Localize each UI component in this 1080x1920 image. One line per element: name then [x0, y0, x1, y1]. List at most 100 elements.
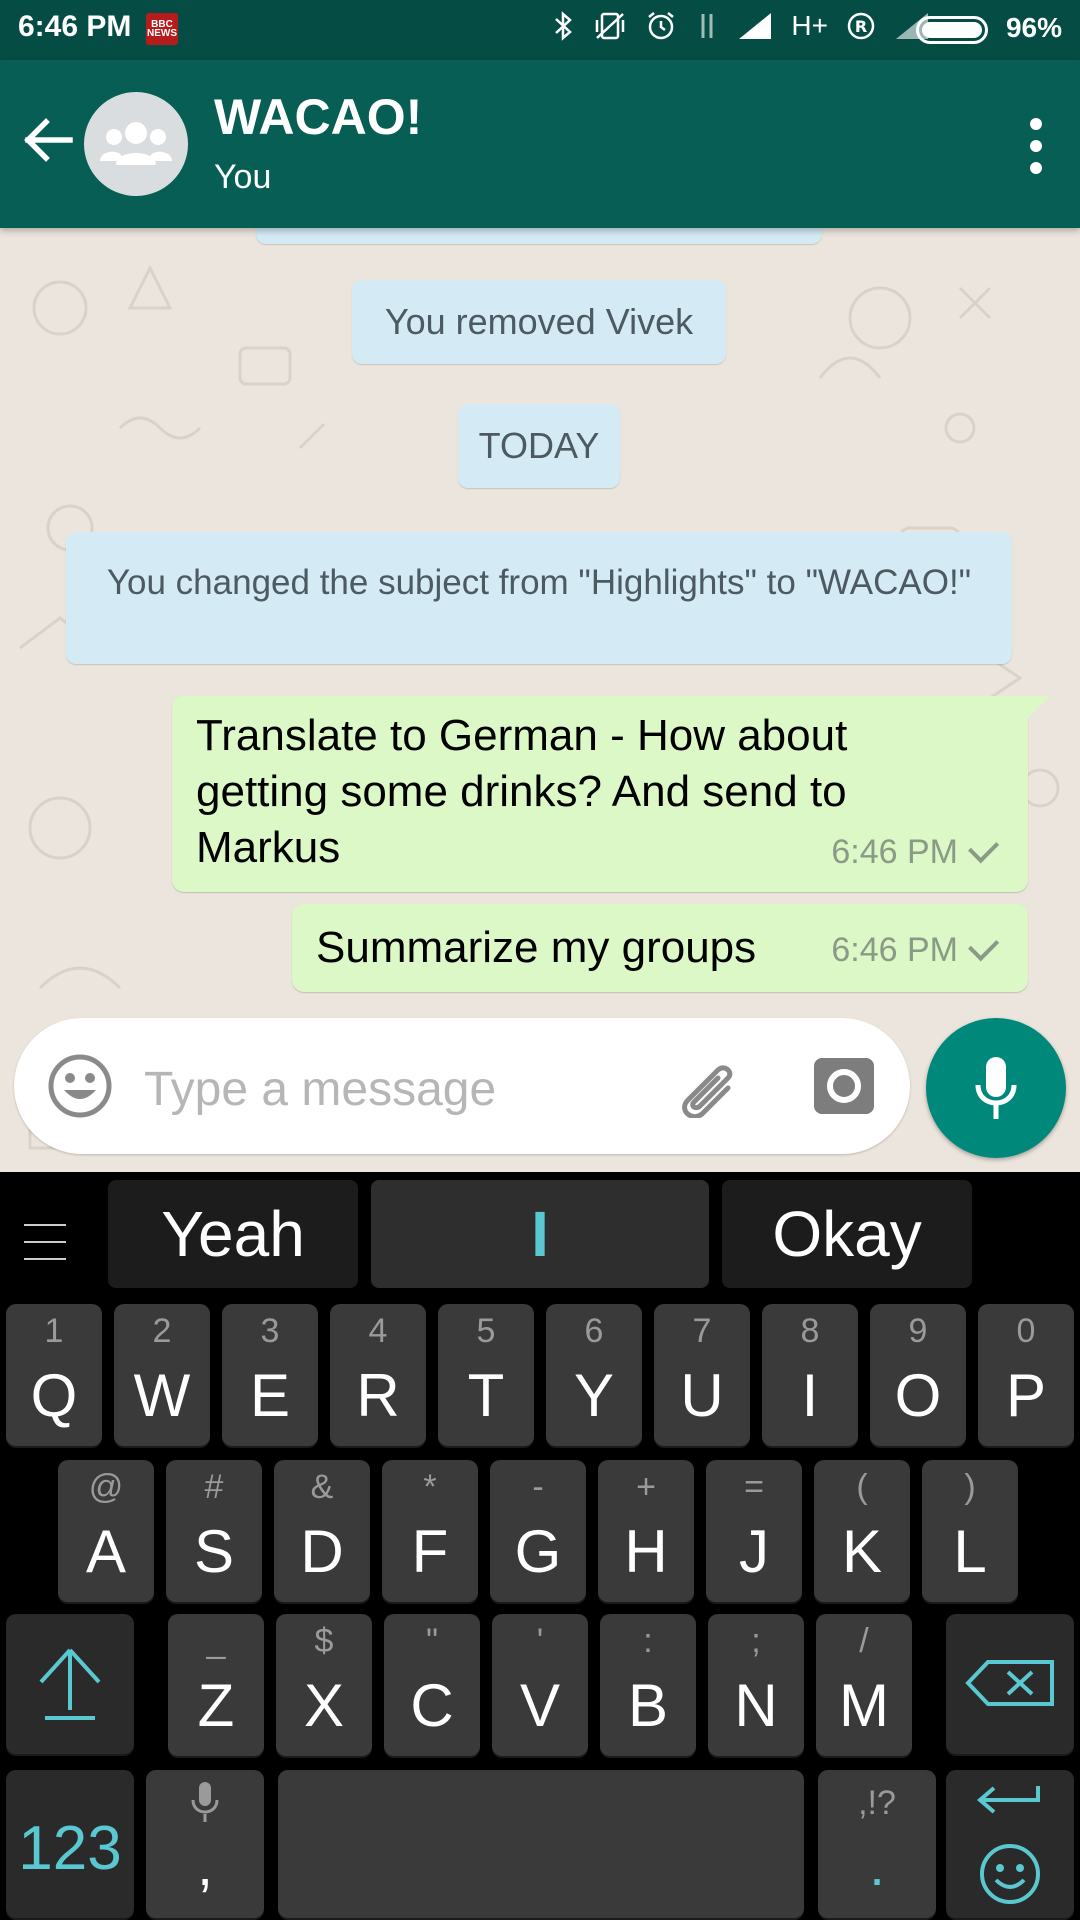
key-m[interactable]: / M [816, 1614, 912, 1756]
backspace-key[interactable] [946, 1614, 1074, 1754]
message-meta: 6:46 PM [831, 824, 1000, 880]
key-label: X [303, 1672, 345, 1739]
chat-header: WACAO! You [0, 60, 1080, 228]
back-arrow-icon[interactable] [20, 112, 76, 168]
outgoing-message[interactable]: Summarize my groups 6:46 PM [292, 904, 1028, 992]
key-p[interactable]: 0P [978, 1304, 1074, 1446]
status-icons: H+ R [553, 10, 930, 42]
spacebar[interactable] [278, 1770, 804, 1918]
key-label: C [410, 1672, 454, 1739]
key-label: W [133, 1362, 191, 1429]
key-secondary-label: * [423, 1468, 437, 1506]
bbc-news-icon: BBC NEWS [146, 13, 178, 45]
key-label: E [249, 1362, 291, 1429]
comma-key[interactable]: , [146, 1770, 264, 1918]
status-time: 6:46 PM [18, 10, 132, 43]
voice-input-icon [191, 1782, 219, 1822]
message-time: 6:46 PM [831, 931, 958, 969]
group-icon [100, 122, 172, 165]
key-secondary-label: " [425, 1622, 439, 1660]
key-secondary-label: 9 [908, 1312, 928, 1350]
key-g[interactable]: -G [490, 1460, 586, 1602]
camera-icon[interactable] [812, 1054, 876, 1118]
message-composer[interactable]: Type a message [14, 1018, 910, 1154]
key-i[interactable]: 8I [762, 1304, 858, 1446]
key-r[interactable]: 4R [330, 1304, 426, 1446]
message-input[interactable]: Type a message [144, 1062, 496, 1117]
key-secondary-label: _ [206, 1622, 226, 1660]
data-transfer-icon [701, 14, 713, 38]
roaming-icon: R [847, 12, 875, 40]
key-n[interactable]: ; N [708, 1614, 804, 1756]
key-t[interactable]: 5T [438, 1304, 534, 1446]
svg-text:R: R [855, 17, 867, 36]
chat-subtitle[interactable]: You [214, 158, 271, 197]
key-k[interactable]: (K [814, 1460, 910, 1602]
key-e[interactable]: 3E [222, 1304, 318, 1446]
key-d[interactable]: & D [274, 1460, 370, 1602]
system-message-removed: You removed Vivek [352, 280, 726, 364]
key-secondary-label: + [636, 1468, 656, 1506]
status-bar: 6:46 PM BBC NEWS H+ R 96% [0, 0, 1080, 60]
key-label: P [1005, 1362, 1047, 1429]
key-j[interactable]: = J [706, 1460, 802, 1602]
key-x[interactable]: $ X [276, 1614, 372, 1756]
key-l[interactable]: ) L [922, 1460, 1018, 1602]
network-type-label: H+ [791, 10, 828, 41]
emoji-icon[interactable] [46, 1052, 114, 1120]
message-time: 6:46 PM [831, 833, 958, 871]
bluetooth-icon [555, 11, 573, 41]
key-secondary-label: & [310, 1468, 334, 1506]
key-label: D [300, 1518, 344, 1585]
key-c[interactable]: " C [384, 1614, 480, 1756]
sent-check-icon [968, 832, 1000, 864]
key-label: O [894, 1362, 942, 1429]
key-z[interactable]: _ Z [168, 1614, 264, 1756]
key-label: B [627, 1672, 669, 1739]
more-options-icon[interactable] [1028, 118, 1044, 174]
suggestion-1[interactable]: Yeah [108, 1180, 358, 1288]
key-secondary-label: ' [536, 1622, 544, 1660]
suggestion-3[interactable]: Okay [722, 1180, 972, 1288]
keyboard-menu-icon[interactable] [24, 1224, 66, 1260]
shift-key[interactable] [6, 1614, 134, 1754]
key-label: Q [30, 1362, 78, 1429]
key-f[interactable]: * F [382, 1460, 478, 1602]
key-b[interactable]: :B [600, 1614, 696, 1756]
date-divider: TODAY [458, 404, 620, 488]
key-secondary-label: ; [751, 1622, 761, 1660]
period-key[interactable]: ,!? . [818, 1770, 936, 1918]
message-meta: 6:46 PM [831, 930, 1000, 970]
enter-emoji-key[interactable] [946, 1770, 1074, 1918]
voice-message-button[interactable] [926, 1018, 1066, 1158]
key-secondary-label: 2 [152, 1312, 172, 1350]
key-q[interactable]: 1Q [6, 1304, 102, 1446]
key-secondary-label: 0 [1016, 1312, 1036, 1350]
previous-system-message [256, 228, 822, 244]
key-u[interactable]: 7U [654, 1304, 750, 1446]
key-a[interactable]: @ A [58, 1460, 154, 1602]
key-label: K [841, 1518, 883, 1585]
key-label: U [680, 1362, 724, 1429]
key-secondary-label: 5 [476, 1312, 496, 1350]
key-w[interactable]: 2W [114, 1304, 210, 1446]
message-text: Summarize my groups [316, 923, 757, 972]
soft-keyboard: Yeah I Okay 1Q2W3E4R5T6Y7U8I9O0P @ A # S & D *… [0, 1172, 1080, 1920]
key-h[interactable]: + H [598, 1460, 694, 1602]
key-y[interactable]: 6Y [546, 1304, 642, 1446]
suggestion-2[interactable]: I [371, 1180, 709, 1288]
bubble-tail [1028, 696, 1050, 718]
battery-percent: 96% [1005, 12, 1062, 43]
backspace-icon [965, 1660, 1054, 1706]
chat-title[interactable]: WACAO! [214, 88, 422, 146]
outgoing-message[interactable]: Translate to German - How about getting … [172, 696, 1050, 892]
key-v[interactable]: ' V [492, 1614, 588, 1756]
numbers-key[interactable]: 123 [6, 1770, 134, 1918]
key-s[interactable]: # S [166, 1460, 262, 1602]
key-secondary-label: 3 [260, 1312, 280, 1350]
key-secondary-label: # [204, 1468, 224, 1506]
group-avatar[interactable] [84, 92, 188, 196]
microphone-icon [975, 1057, 1017, 1119]
attach-icon[interactable] [670, 1054, 746, 1118]
key-o[interactable]: 9O [870, 1304, 966, 1446]
